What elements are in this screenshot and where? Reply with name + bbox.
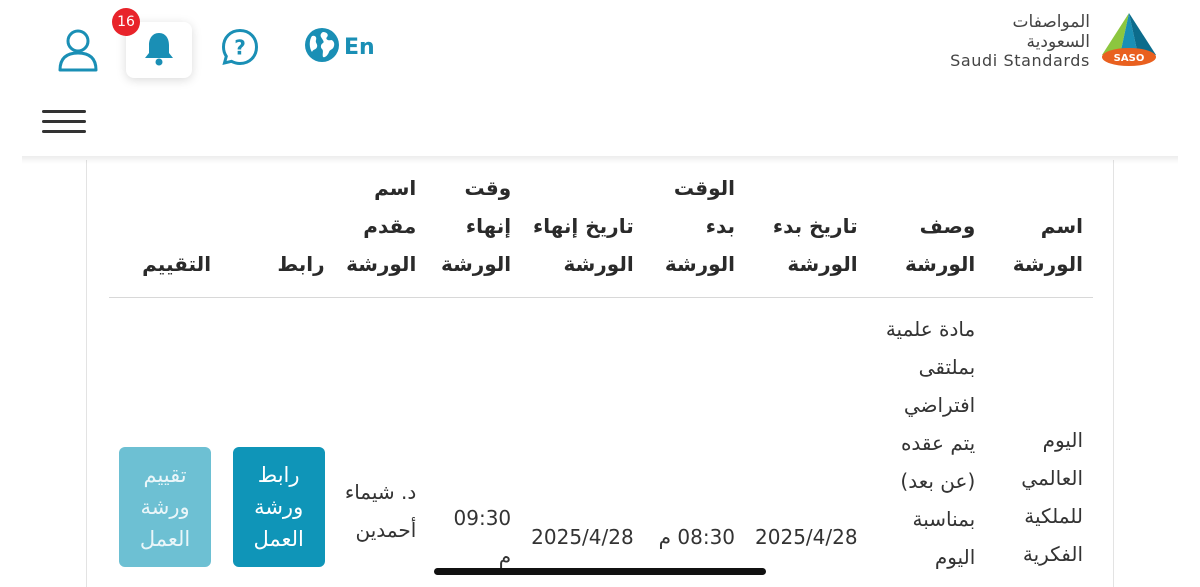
notification-count-badge: 16 [112,8,140,36]
table-row: اليوم العالمي للملكية الفكرية مادة علمية… [109,297,1093,586]
language-switcher[interactable]: En [304,27,375,67]
saso-emblem-icon: SASO [1098,11,1160,73]
globe-icon [304,27,340,67]
column-header-name: اسم الورشة [985,160,1093,298]
column-header-link: رابط [221,160,335,298]
workshops-card: اسم الورشة وصف الورشة تاريخ بدء الورشة ا… [86,160,1114,587]
column-header-presenter: اسم مقدم الورشة [334,160,427,298]
hamburger-menu-icon[interactable] [42,110,86,136]
workshop-end-time: 09:30 م [453,505,512,568]
language-label: En [344,34,375,60]
saso-logo[interactable]: المواصفات السعودية Saudi Standards SASO [950,12,1160,72]
horizontal-scrollbar[interactable] [434,568,766,575]
table-header-row: اسم الورشة وصف الورشة تاريخ بدء الورشة ا… [109,160,1093,298]
workshop-link-cell: رابط ورشة العمل [221,297,335,586]
logo-english-name: Saudi Standards [950,51,1090,71]
column-header-description: وصف الورشة [867,160,986,298]
logo-arabic-name: المواصفات السعودية [1012,12,1090,52]
column-header-rating: التقييم [109,160,222,298]
workshop-start-date: 2025/4/28 [755,524,858,549]
column-header-start-time: الوقت بدء الورشة [643,160,746,298]
top-header: 16 ? En المواصفات السعودية Saudi Standar… [0,0,1200,160]
workshop-name: اليوم العالمي للملكية الفكرية [1021,427,1083,566]
column-header-end-date: تاريخ إنهاء الورشة [521,160,644,298]
help-icon[interactable]: ? [221,28,259,66]
workshop-start-time: 08:30 م [658,524,736,549]
svg-text:?: ? [234,36,246,60]
workshop-rating-cell: تقييم ورشة العمل [109,297,221,586]
column-header-start-date: تاريخ بدء الورشة [745,160,868,298]
rate-workshop-button[interactable]: تقييم ورشة العمل [119,446,212,567]
workshop-link-button[interactable]: رابط ورشة العمل [232,446,325,567]
user-profile-icon[interactable] [56,26,100,74]
logo-seal-text: SASO [1114,53,1145,64]
workshop-description: مادة علمية بملتقى افتراضي يتم عقده (عن ب… [885,316,976,569]
bell-icon [142,30,176,70]
workshop-presenter: د. شيماء أحمدين [344,479,417,542]
workshop-end-date: 2025/4/28 [531,524,634,549]
column-header-end-time: وقت إنهاء الورشة [426,160,522,298]
header-divider [22,156,1178,164]
workshops-table: اسم الورشة وصف الورشة تاريخ بدء الورشة ا… [109,160,1093,586]
